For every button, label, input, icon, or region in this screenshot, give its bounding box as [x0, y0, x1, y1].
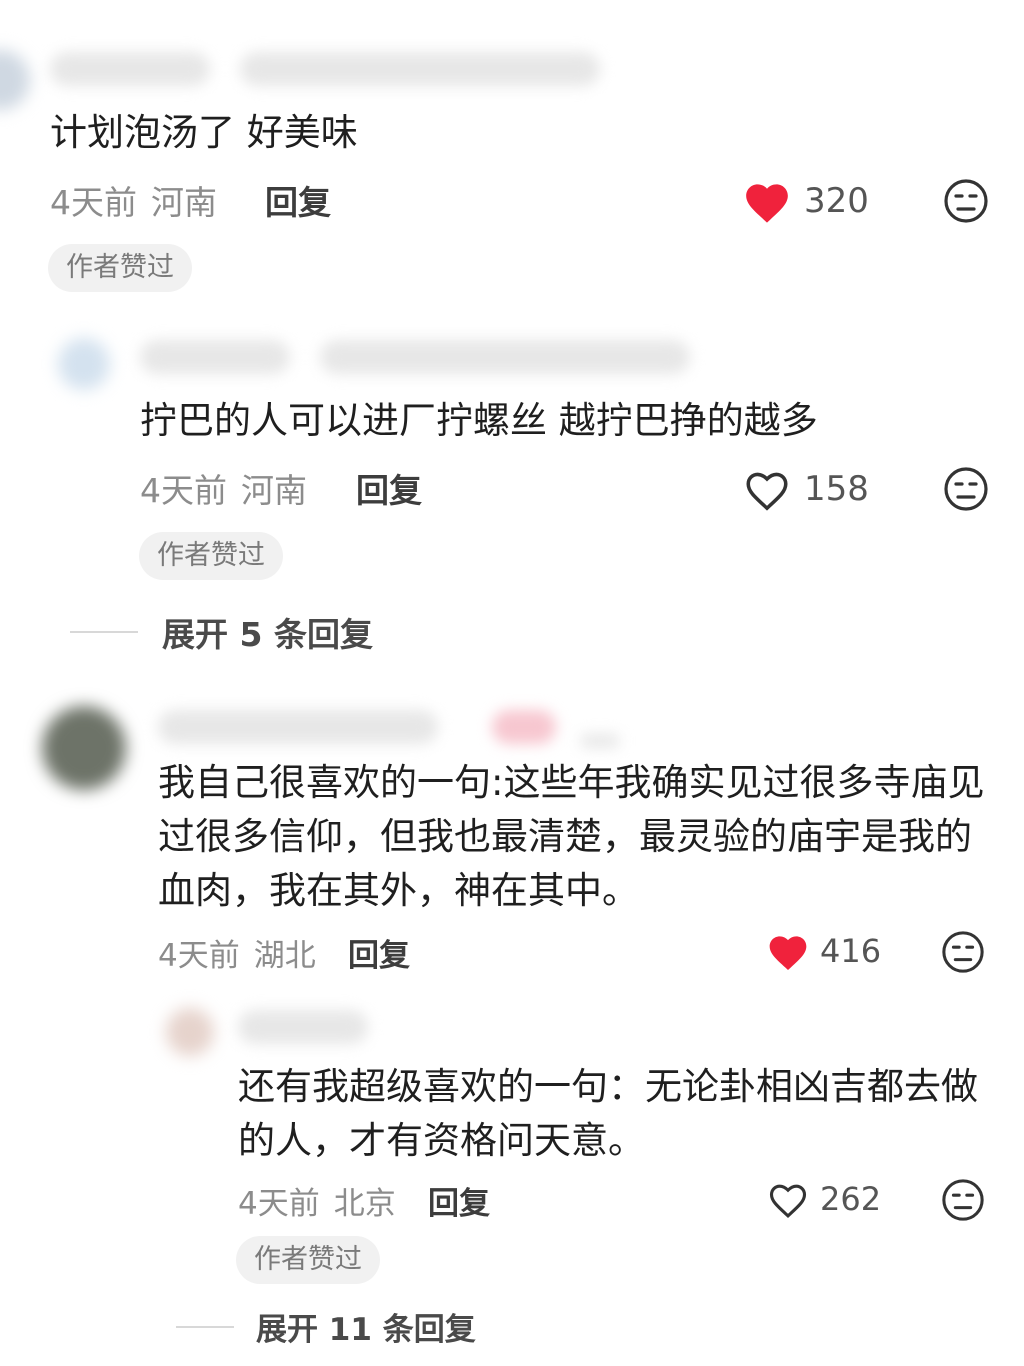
like-count: 320 — [804, 181, 869, 221]
comment-meta: 4天前 河南 — [50, 176, 217, 224]
heart-icon — [766, 930, 810, 972]
like-count: 262 — [820, 1180, 882, 1218]
like-button[interactable]: 262 — [766, 1178, 881, 1220]
like-count: 158 — [804, 469, 869, 509]
comment-location: 湖北 — [253, 938, 316, 974]
username-blurred[interactable] — [238, 1010, 368, 1044]
comment-meta: 4天前 湖北 — [158, 930, 316, 975]
unimpressed-face-icon — [942, 1179, 984, 1221]
reply-button[interactable]: 回复 — [265, 176, 331, 224]
username-blurred[interactable] — [50, 52, 210, 86]
reply-button[interactable]: 回复 — [428, 1178, 490, 1223]
like-count: 416 — [820, 932, 882, 970]
comment-text: 我自己很喜欢的一句:这些年我确实见过很多寺庙见过很多信仰，但我也最清楚，最灵验的… — [158, 761, 985, 912]
heart-icon — [766, 1178, 810, 1220]
like-button[interactable]: 320 — [742, 178, 869, 224]
dislike-button[interactable] — [943, 178, 988, 223]
comment-text: 还有我超级喜欢的一句：无论卦相凶吉都去做的人，才有资格问天意。 — [238, 1065, 978, 1162]
heart-icon — [742, 178, 792, 224]
comment-location: 河南 — [151, 183, 217, 222]
divider-line — [176, 1325, 234, 1328]
divider-line — [70, 631, 138, 633]
comment-location: 北京 — [333, 1186, 396, 1222]
unimpressed-face-icon — [942, 931, 984, 973]
expand-replies-button[interactable]: 展开 5 条回复 — [70, 608, 373, 656]
expand-replies-label: 展开 11 条回复 — [256, 1312, 476, 1348]
expand-replies-label: 展开 5 条回复 — [162, 615, 373, 654]
author-liked-badge: 作者赞过 — [48, 244, 192, 292]
comment-time: 4天前 — [50, 183, 137, 222]
expand-replies-button[interactable]: 展开 11 条回复 — [176, 1304, 476, 1349]
reply-button[interactable]: 回复 — [348, 930, 410, 975]
avatar[interactable] — [166, 1008, 214, 1056]
heart-icon — [742, 466, 792, 512]
username-blurred[interactable] — [140, 340, 290, 374]
user-meta-blurred — [240, 52, 600, 86]
comment-time: 4天前 — [238, 1186, 320, 1222]
user-meta-blurred — [580, 734, 620, 748]
user-meta-blurred — [320, 340, 690, 374]
avatar[interactable] — [0, 50, 30, 110]
author-liked-badge: 作者赞过 — [139, 532, 283, 580]
like-button[interactable]: 158 — [742, 466, 869, 512]
comment-location: 河南 — [241, 471, 307, 510]
dislike-button[interactable] — [941, 1178, 985, 1222]
avatar[interactable] — [42, 706, 126, 790]
comment-meta: 4天前 河南 — [140, 464, 307, 512]
unimpressed-face-icon — [944, 467, 988, 511]
dislike-button[interactable] — [941, 930, 985, 974]
author-liked-badge: 作者赞过 — [236, 1236, 380, 1284]
user-badge-blurred — [492, 710, 556, 744]
avatar[interactable] — [58, 338, 110, 390]
unimpressed-face-icon — [944, 179, 988, 223]
comment-time: 4天前 — [140, 471, 227, 510]
comment-meta: 4天前 北京 — [238, 1178, 396, 1223]
comment-time: 4天前 — [158, 938, 240, 974]
comment-text: 计划泡汤了 好美味 — [50, 111, 358, 154]
reply-button[interactable]: 回复 — [356, 464, 422, 512]
like-button[interactable]: 416 — [766, 930, 881, 972]
dislike-button[interactable] — [943, 466, 988, 511]
comment-text: 拧巴的人可以进厂拧螺丝 越拧巴挣的越多 — [140, 399, 818, 442]
username-blurred[interactable] — [158, 710, 438, 744]
